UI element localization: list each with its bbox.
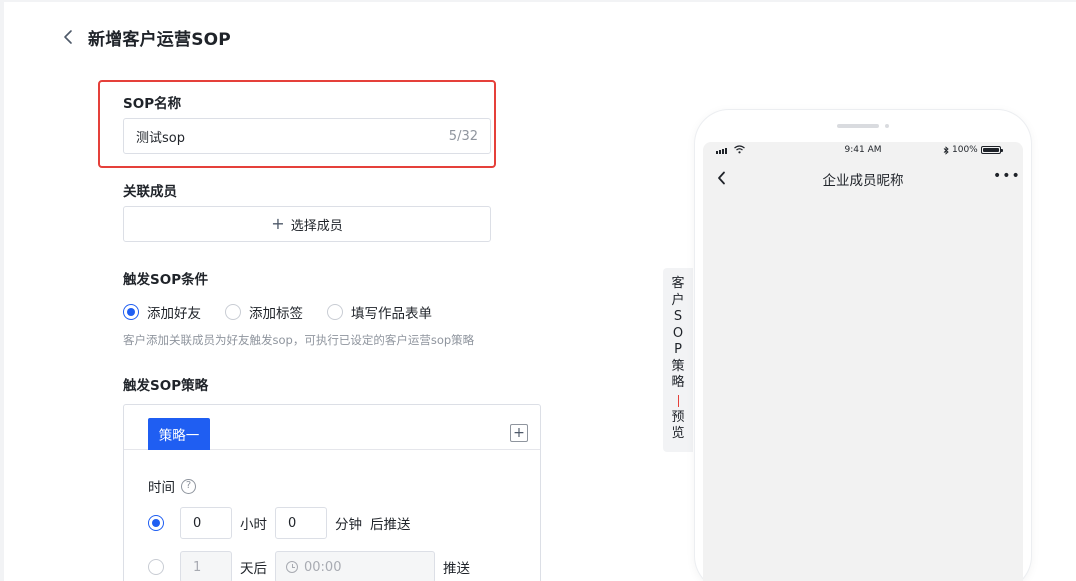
trigger-radio-group: 添加好友 添加标签 填写作品表单: [123, 302, 456, 322]
phone-nav-bar: 企业成员昵称 •••: [703, 164, 1023, 194]
tab-char: P: [674, 342, 682, 357]
trigger-option-label: 添加标签: [249, 306, 303, 322]
chevron-left-icon: [64, 30, 72, 44]
days-unit: 天后: [240, 561, 267, 577]
phone-camera: [885, 124, 889, 128]
radio-checked-icon[interactable]: [148, 515, 164, 531]
minutes-unit: 分钟: [335, 517, 362, 533]
tab-char: 览: [671, 426, 685, 441]
radio-unchecked-icon: [225, 304, 241, 320]
phone-title: 企业成员昵称: [822, 173, 904, 189]
tab-char: 策: [671, 358, 685, 374]
clock-icon: [286, 561, 298, 573]
sop-name-value: 测试sop: [136, 130, 185, 146]
phone-speaker: [837, 124, 879, 128]
tab-strategy-1[interactable]: 策略一: [148, 418, 210, 450]
bluetooth-icon: [943, 145, 949, 155]
minutes-input[interactable]: 0: [275, 507, 327, 539]
select-member-label: 选择成员: [290, 218, 343, 234]
more-icon[interactable]: •••: [993, 168, 1021, 184]
push-after-text: 后推送: [370, 517, 411, 533]
radio-unchecked-icon[interactable]: [148, 559, 164, 575]
top-border: [0, 0, 1076, 2]
plus-icon: +: [271, 214, 285, 233]
trigger-option-fill-form[interactable]: 填写作品表单: [327, 302, 432, 322]
radio-unchecked-icon: [327, 304, 343, 320]
status-bar: 9:41 AM 100%: [703, 142, 1023, 160]
time-label-text: 时间: [148, 480, 175, 496]
sop-name-counter: 5/32: [448, 128, 478, 144]
time-picker[interactable]: 00:00: [275, 551, 435, 581]
select-member-button[interactable]: + 选择成员: [123, 206, 491, 242]
phone-screen: 9:41 AM 100% 企业成员昵称 •••: [703, 142, 1023, 581]
time-option-scheduled: 1 天后 00:00 推送: [148, 551, 478, 581]
trigger-label: 触发SOP条件: [123, 272, 209, 288]
trigger-option-add-tag[interactable]: 添加标签: [225, 302, 303, 322]
tab-divider: [677, 394, 679, 407]
tab-char: 户: [671, 292, 685, 308]
page: 新增客户运营SOP SOP名称 测试sop 5/32 关联成员 + 选择成员 触…: [0, 0, 1076, 581]
tab-char: S: [673, 309, 683, 324]
time-label: 时间 ?: [148, 476, 196, 496]
add-strategy-button[interactable]: +: [510, 424, 528, 442]
hours-unit: 小时: [240, 517, 267, 533]
sop-name-label: SOP名称: [123, 96, 182, 112]
tab-char: 预: [671, 409, 685, 425]
hours-input[interactable]: 0: [180, 507, 232, 539]
help-icon[interactable]: ?: [181, 478, 196, 494]
time-option-relative: 0 小时 0 分钟 后推送: [148, 507, 419, 539]
page-title: 新增客户运营SOP: [88, 30, 231, 50]
back-button[interactable]: [58, 26, 78, 48]
phone-preview: 9:41 AM 100% 企业成员昵称 •••: [695, 110, 1031, 581]
sop-preview-tab[interactable]: 客 户 S O P 策 略 预 览: [663, 268, 693, 452]
time-picker-placeholder: 00:00: [304, 559, 342, 575]
strategy-tabs: 策略一 +: [124, 405, 540, 450]
sop-name-input[interactable]: 测试sop 5/32: [123, 118, 491, 154]
trigger-option-add-friend[interactable]: 添加好友: [123, 302, 201, 322]
member-label: 关联成员: [123, 184, 177, 200]
battery-status: 100%: [943, 145, 1003, 155]
trigger-option-label: 填写作品表单: [351, 306, 432, 322]
trigger-option-label: 添加好友: [147, 306, 201, 322]
radio-checked-icon: [123, 304, 139, 320]
tab-char: O: [672, 325, 684, 341]
days-input[interactable]: 1: [180, 551, 232, 581]
strategy-card: 策略一 + 时间 ? 0 小时 0 分钟 后推送 1 天后 00:00 推送: [123, 404, 541, 581]
battery-icon: [980, 146, 1003, 154]
tab-char: 客: [671, 276, 685, 291]
trigger-hint: 客户添加关联成员为好友触发sop，可执行已设定的客户运营sop策略: [123, 333, 475, 347]
preview-tab-text: 客 户 S O P 策 略 预 览: [663, 276, 693, 443]
push-text: 推送: [443, 561, 470, 577]
left-border: [0, 0, 4, 581]
strategy-label: 触发SOP策略: [123, 378, 209, 394]
battery-percent: 100%: [952, 145, 978, 155]
tab-char: 略: [671, 375, 685, 390]
